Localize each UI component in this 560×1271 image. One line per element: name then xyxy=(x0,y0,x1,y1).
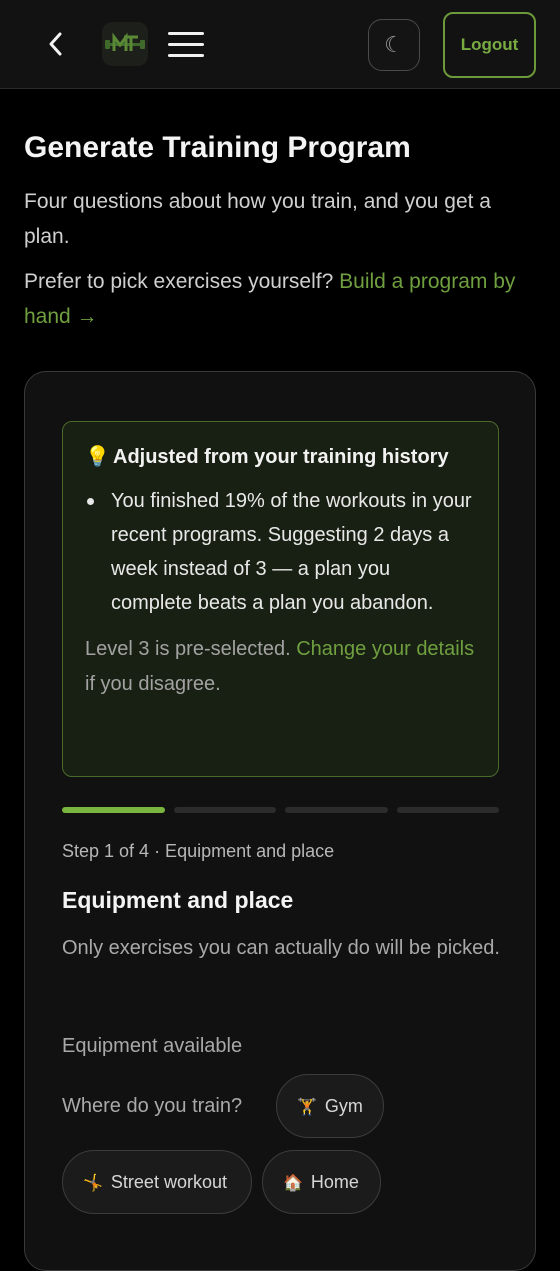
progress-segment-1 xyxy=(62,807,165,813)
hamburger-icon-bar xyxy=(168,31,204,35)
notice-footer-prefix: Level 3 is pre-selected. xyxy=(85,638,291,660)
progress-segment-2 xyxy=(173,807,276,813)
equipment-label: Equipment available xyxy=(62,1035,243,1057)
option-gym-button[interactable]: 🏋 Gym xyxy=(276,1074,384,1138)
option-home-button[interactable]: 🏠 Home xyxy=(262,1150,381,1214)
progress-segment-4 xyxy=(396,807,499,813)
step-progress xyxy=(62,807,499,813)
menu-button[interactable] xyxy=(168,26,208,62)
notice-title: 💡 Adjusted from your training history xyxy=(85,440,476,474)
step-indicator: Step 1 of 4 · Equipment and place xyxy=(62,841,335,861)
option-label: Gym xyxy=(324,1095,363,1116)
manual-build-text: Prefer to pick exercises yourself? Build… xyxy=(24,264,539,334)
change-details-link[interactable]: Change your details xyxy=(296,638,474,660)
hamburger-icon-bar xyxy=(168,53,204,57)
page-intro: Four questions about how you train, and … xyxy=(24,190,491,248)
dumbbell-icon: 🏋 xyxy=(297,1096,317,1116)
chevron-left-icon xyxy=(49,32,62,56)
training-place-label: Where do you train? xyxy=(62,1095,243,1117)
notice-list: You finished 19% of the workouts in your… xyxy=(85,484,476,620)
back-button[interactable] xyxy=(38,26,74,62)
history-notice: 💡 Adjusted from your training history You… xyxy=(62,421,499,777)
moon-icon: ☾ xyxy=(384,32,404,58)
manual-build-prefix: Prefer to pick exercises yourself? xyxy=(24,270,334,293)
logout-button[interactable]: Logout xyxy=(443,12,536,78)
logo[interactable] xyxy=(102,22,148,66)
generator-card: 💡 Adjusted from your training history You… xyxy=(24,371,536,1271)
option-label: Street workout xyxy=(110,1171,227,1192)
step-title: Equipment and place xyxy=(62,887,294,913)
option-street-workout-button[interactable]: 🤸 Street workout xyxy=(62,1150,252,1214)
notice-title-text: Adjusted from your training history xyxy=(113,446,449,468)
page-title: Generate Training Program xyxy=(24,131,411,164)
page-header: Generate Training Program Four questions… xyxy=(24,128,539,334)
option-label: Home xyxy=(310,1171,359,1192)
step-description: Only exercises you can actually do will … xyxy=(62,937,500,959)
lightbulb-icon: 💡 xyxy=(85,444,110,468)
dumbbell-logo-icon xyxy=(105,32,145,51)
hamburger-icon-bar xyxy=(168,42,204,46)
top-bar: ☾ Logout xyxy=(0,0,560,89)
house-icon: 🏠 xyxy=(283,1172,303,1192)
notice-footer: Level 3 is pre-selected. Change your det… xyxy=(85,632,476,702)
theme-toggle-button[interactable]: ☾ xyxy=(368,19,420,71)
cartwheel-icon: 🤸 xyxy=(83,1172,103,1192)
notice-item: You finished 19% of the workouts in your… xyxy=(85,484,476,620)
progress-segment-3 xyxy=(285,807,388,813)
notice-footer-suffix: if you disagree. xyxy=(85,673,221,695)
